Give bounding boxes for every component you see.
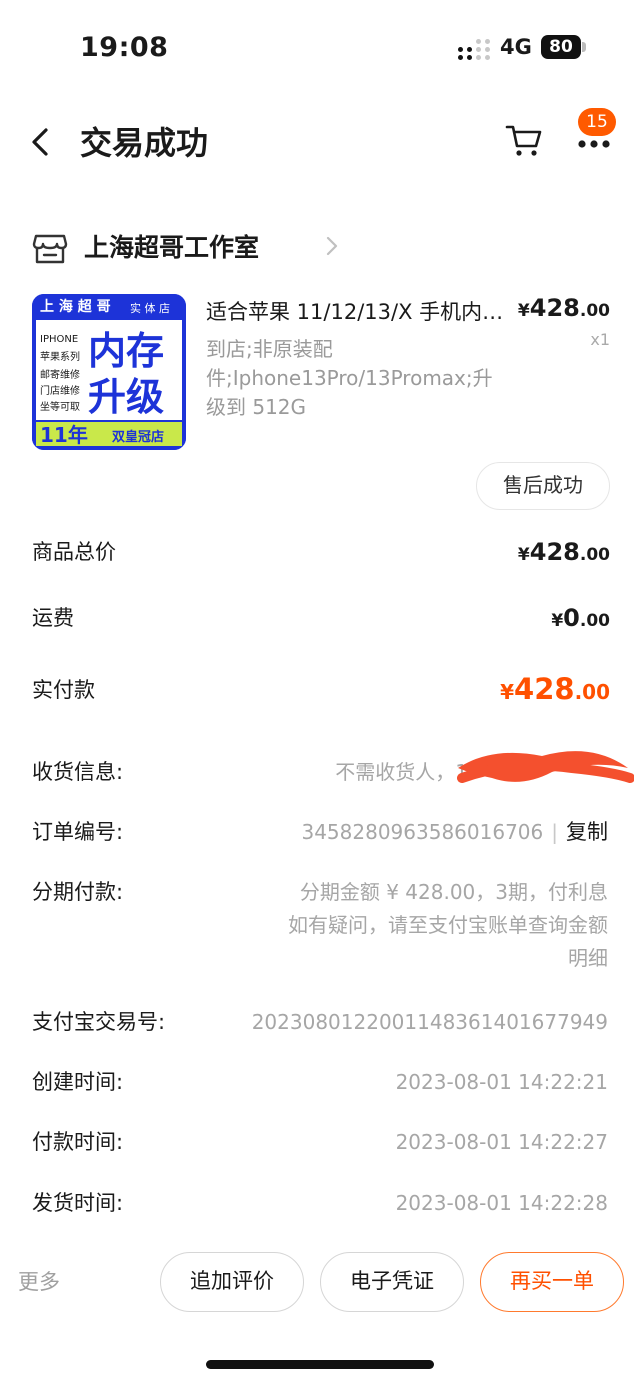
more-button[interactable]: 更多 xyxy=(18,1266,60,1296)
summary-goods-total: 商品总价 ¥428.00 xyxy=(32,536,610,576)
price-symbol: ¥ xyxy=(517,545,530,565)
info-label: 发货时间: xyxy=(32,1191,124,1215)
summary-value: ¥0.00 xyxy=(551,604,610,632)
thumb-line-3: 邮寄维修 xyxy=(40,368,80,381)
info-paid-time: 付款时间: 2023-08-01 14:22:27 xyxy=(32,1126,608,1162)
price-decimal: .00 xyxy=(579,301,610,321)
thumb-crown: 双皇冠店 xyxy=(112,429,164,445)
thumb-big-1: 内存 xyxy=(88,329,164,373)
summary-label: 运费 xyxy=(32,606,74,630)
info-label: 付款时间: xyxy=(32,1130,124,1154)
info-value: 2023-08-01 14:22:21 xyxy=(395,1070,608,1094)
store-icon xyxy=(32,234,68,264)
price-integer: 428 xyxy=(529,294,580,322)
price-integer: 428 xyxy=(514,672,575,706)
redaction-mark xyxy=(457,751,634,783)
buy-again-button[interactable]: 再买一单 xyxy=(480,1252,624,1312)
thumb-years: 11年 xyxy=(40,423,88,447)
info-value: 分期金额 ¥ 428.00，3期，付利息 如有疑问，请至支付宝账单查询金额 明细 xyxy=(208,876,608,975)
signal-icon xyxy=(458,38,492,60)
product-sku: 到店;非原装配件;Iphone13Pro/13Promax;升级到 512G xyxy=(206,337,493,419)
product-price: ¥428.00 xyxy=(518,294,610,322)
summary-value: ¥428.00 xyxy=(500,672,610,706)
thumb-line-2: 苹果系列 xyxy=(40,350,80,363)
info-installment: 分期付款: 分期金额 ¥ 428.00，3期，付利息 如有疑问，请至支付宝账单查… xyxy=(32,876,608,980)
product-thumbnail[interactable]: 上 海 超 哥 实 体 店 IPHONE 苹果系列 邮寄维修 门店维修 坐等可取… xyxy=(32,294,186,450)
info-value: 3458280963586016706 | 复制 xyxy=(301,816,608,849)
e-voucher-button[interactable]: 电子凭证 xyxy=(320,1252,464,1312)
message-count-badge: 15 xyxy=(578,108,616,136)
status-bar: 19:08 4G 80 xyxy=(0,0,640,96)
price-decimal: .00 xyxy=(579,545,610,565)
thumb-top-left: 上 海 超 哥 xyxy=(40,298,111,315)
home-indicator[interactable] xyxy=(206,1360,434,1369)
installment-line: 明细 xyxy=(568,946,608,970)
thumb-line-4: 门店维修 xyxy=(40,384,80,397)
info-label: 创建时间: xyxy=(32,1070,124,1094)
copy-button[interactable]: 复制 xyxy=(566,820,608,844)
price-integer: 0 xyxy=(563,604,580,632)
info-alipay-trade-no: 支付宝交易号: 2023080122001148361401677949 xyxy=(32,1006,608,1042)
price-symbol: ¥ xyxy=(517,301,530,321)
thumb-line-1: IPHONE xyxy=(40,334,78,345)
info-shipped-time: 发货时间: 2023-08-01 14:22:28 xyxy=(32,1187,608,1223)
price-integer: 428 xyxy=(529,538,580,566)
summary-paid-amount: 实付款 ¥428.00 xyxy=(32,672,610,714)
info-value: 2023-08-01 14:22:28 xyxy=(395,1191,608,1215)
thumb-top-right: 实 体 店 xyxy=(130,301,170,315)
cart-icon[interactable] xyxy=(504,120,544,160)
product-title[interactable]: 适合苹果 11/12/13/X 手机内存升级到店 xyxy=(206,296,506,326)
thumb-big-2: 升级 xyxy=(88,375,164,419)
shop-header[interactable]: 上海超哥工作室 xyxy=(32,222,612,274)
battery-icon: 80 xyxy=(541,35,581,59)
summary-shipping-fee: 运费 ¥0.00 xyxy=(32,602,610,642)
price-symbol: ¥ xyxy=(551,611,564,631)
product-quantity: x1 xyxy=(590,330,610,349)
nav-bar: 交易成功 xyxy=(0,100,640,184)
info-value: 不需收货人，1 xyxy=(335,760,468,784)
chevron-right-icon xyxy=(326,236,338,256)
price-decimal: .00 xyxy=(574,680,610,704)
thumb-line-5: 坐等可取 xyxy=(40,400,80,413)
info-label: 收货信息: xyxy=(32,760,124,784)
info-value: 2023080122001148361401677949 xyxy=(251,1010,608,1034)
info-created-time: 创建时间: 2023-08-01 14:22:21 xyxy=(32,1066,608,1102)
price-decimal: .00 xyxy=(579,611,610,631)
network-type: 4G xyxy=(500,35,532,59)
status-time: 19:08 xyxy=(80,32,169,63)
divider: | xyxy=(551,820,558,844)
info-label: 分期付款: xyxy=(32,880,124,904)
price-symbol: ¥ xyxy=(500,680,515,704)
info-order-number: 订单编号: 3458280963586016706 | 复制 xyxy=(32,816,608,852)
back-icon[interactable] xyxy=(26,122,54,162)
after-sale-button[interactable]: 售后成功 xyxy=(476,462,610,510)
add-review-button[interactable]: 追加评价 xyxy=(160,1252,304,1312)
shop-name[interactable]: 上海超哥工作室 xyxy=(84,228,259,264)
battery-tip xyxy=(582,42,586,52)
summary-label: 实付款 xyxy=(32,678,95,702)
page-title: 交易成功 xyxy=(80,124,209,162)
action-bar: 更多 追加评价 电子凭证 再买一单 xyxy=(0,1248,640,1318)
info-value: 2023-08-01 14:22:27 xyxy=(395,1130,608,1154)
order-number: 3458280963586016706 xyxy=(301,820,544,844)
installment-line: 分期金额 ¥ 428.00，3期，付利息 xyxy=(299,880,608,904)
info-label: 订单编号: xyxy=(32,820,124,844)
installment-line: 如有疑问，请至支付宝账单查询金额 xyxy=(288,913,608,937)
summary-label: 商品总价 xyxy=(32,540,116,564)
info-label: 支付宝交易号: xyxy=(32,1010,166,1034)
summary-value: ¥428.00 xyxy=(518,538,610,566)
